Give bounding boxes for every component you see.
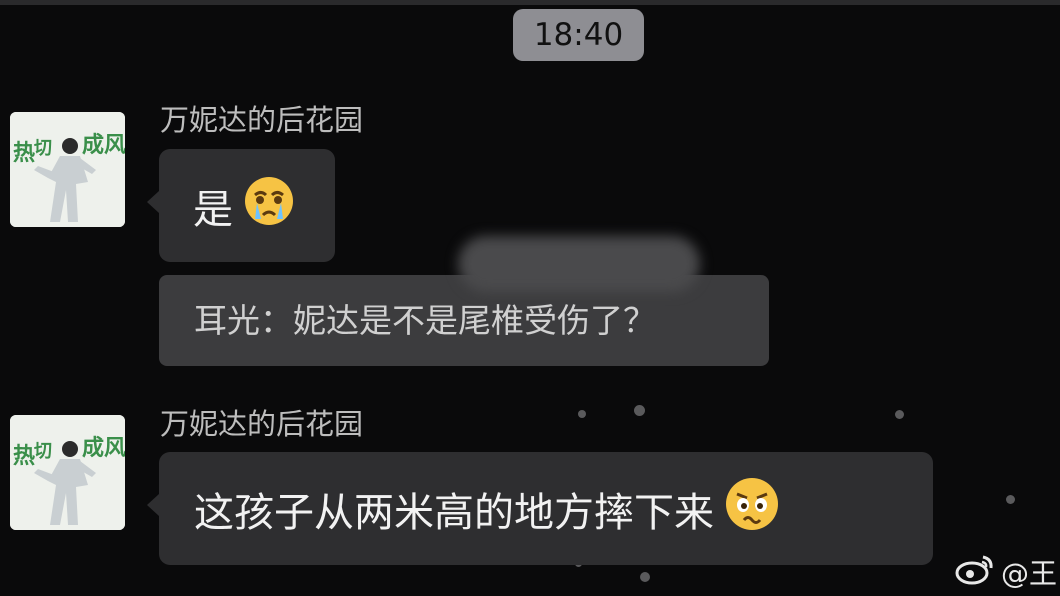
bubble-tail	[147, 494, 159, 516]
sender-avatar[interactable]: 热 切 成风	[10, 112, 125, 227]
message-bubble[interactable]: 这孩子从两米高的地方摔下来	[147, 452, 933, 565]
svg-text:热: 热	[13, 443, 35, 469]
watermark-text: @王	[1001, 557, 1058, 590]
background-dot	[578, 410, 586, 418]
message-bubble[interactable]: 是	[147, 149, 335, 262]
background-dot	[895, 410, 904, 419]
svg-text:切: 切	[34, 138, 52, 159]
message-text: 这孩子从两米高的地方摔下来	[194, 489, 714, 536]
timestamp-badge: 18:40	[513, 9, 644, 61]
weibo-watermark: @王	[955, 550, 1057, 594]
crying-face-icon	[243, 175, 295, 237]
sender-avatar[interactable]: 热 切 成风	[10, 415, 125, 530]
svg-text:成风: 成风	[82, 435, 125, 461]
sender-name: 万妮达的后花园	[160, 407, 364, 441]
svg-text:切: 切	[34, 441, 52, 462]
background-dot	[640, 572, 650, 582]
bubble-tail	[147, 191, 159, 213]
message-text: 是	[193, 186, 233, 233]
top-bar-edge	[0, 0, 1060, 5]
sender-name: 万妮达的后花园	[160, 103, 364, 137]
blurred-overlay	[458, 236, 700, 292]
svg-text:成风: 成风	[82, 132, 125, 158]
worried-face-icon	[724, 476, 780, 542]
avatar-image: 热 切 成风	[10, 112, 125, 227]
weibo-logo-icon	[955, 553, 995, 592]
avatar-image: 热 切 成风	[10, 415, 125, 530]
background-dot	[1006, 495, 1015, 504]
svg-text:热: 热	[13, 140, 35, 166]
background-dot	[634, 405, 645, 416]
